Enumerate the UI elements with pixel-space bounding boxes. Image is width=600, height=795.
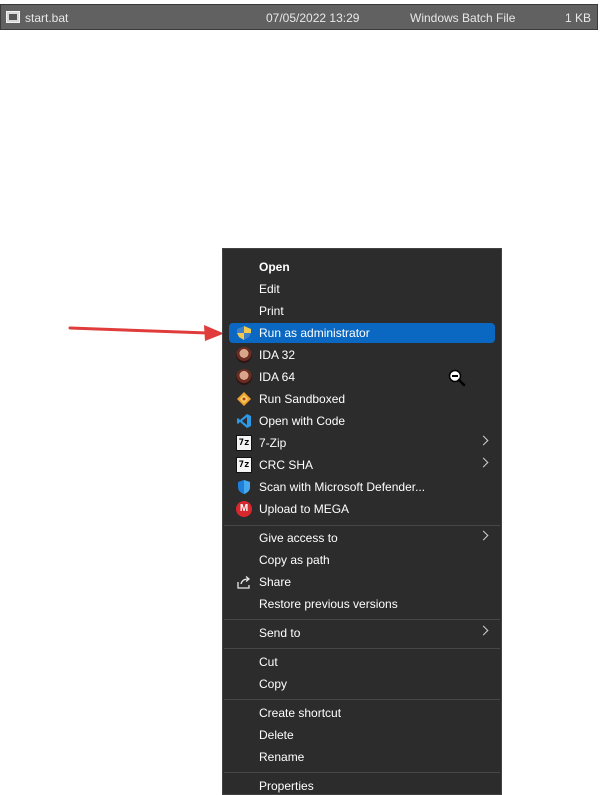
menu-item-label: IDA 64 [259, 370, 296, 384]
seven-zip-icon: 7z [236, 435, 252, 451]
menu-item-label: Open with Code [259, 414, 346, 428]
menu-item-label: Edit [259, 282, 280, 296]
file-date-modified: 07/05/2022 13:29 [266, 11, 360, 25]
menu-item-label: CRC SHA [259, 458, 314, 472]
menu-separator [224, 648, 500, 649]
menu-item-edit[interactable]: Edit [229, 279, 495, 299]
sandboxie-icon [236, 391, 252, 407]
menu-item-properties[interactable]: Properties [229, 776, 495, 794]
menu-item-send-to[interactable]: Send to [229, 623, 495, 643]
ida-portrait-icon [236, 369, 252, 385]
menu-separator [224, 525, 500, 526]
menu-item-rename[interactable]: Rename [229, 747, 495, 767]
share-icon [236, 574, 252, 590]
menu-item-label: Copy as path [259, 553, 330, 567]
menu-item-label: Run as administrator [259, 326, 370, 340]
menu-item-create-shortcut[interactable]: Create shortcut [229, 703, 495, 723]
vscode-icon [236, 413, 252, 429]
file-name: start.bat [25, 11, 69, 25]
red-arrow-annotation [68, 325, 224, 341]
menu-item-label: Scan with Microsoft Defender... [259, 480, 426, 494]
file-row[interactable]: start.bat 07/05/2022 13:29 Windows Batch… [0, 4, 598, 30]
chevron-right-icon [478, 457, 489, 468]
menu-item-restore-previous-versions[interactable]: Restore previous versions [229, 594, 495, 614]
menu-item-label: Rename [259, 750, 305, 764]
menu-separator [224, 619, 500, 620]
menu-item-label: Send to [259, 626, 301, 640]
menu-separator [224, 772, 500, 773]
menu-item-label: Open [259, 260, 290, 274]
menu-item-label: Run Sandboxed [259, 392, 346, 406]
context-menu: Open Edit Print Run as administrator IDA… [222, 248, 502, 795]
menu-item-copy-as-path[interactable]: Copy as path [229, 550, 495, 570]
menu-item-scan-defender[interactable]: Scan with Microsoft Defender... [229, 477, 495, 497]
menu-item-give-access[interactable]: Give access to [229, 528, 495, 548]
menu-item-open-with-code[interactable]: Open with Code [229, 411, 495, 431]
menu-item-label: Give access to [259, 531, 338, 545]
menu-item-label: Create shortcut [259, 706, 342, 720]
menu-item-print[interactable]: Print [229, 301, 495, 321]
page: start.bat 07/05/2022 13:29 Windows Batch… [0, 0, 600, 795]
menu-item-label: 7-Zip [259, 436, 287, 450]
menu-item-open[interactable]: Open [229, 257, 495, 277]
menu-item-run-as-administrator[interactable]: Run as administrator [229, 323, 495, 343]
file-size: 1 KB [564, 11, 591, 25]
defender-shield-icon [236, 479, 252, 495]
menu-item-label: Restore previous versions [259, 597, 398, 611]
menu-item-label: Print [259, 304, 284, 318]
chevron-right-icon [478, 435, 489, 446]
menu-item-label: Delete [259, 728, 294, 742]
menu-item-delete[interactable]: Delete [229, 725, 495, 745]
batch-file-icon [6, 11, 20, 23]
menu-item-upload-mega[interactable]: M Upload to MEGA [229, 499, 495, 519]
menu-item-label: Copy [259, 677, 288, 691]
menu-item-share[interactable]: Share [229, 572, 495, 592]
file-type: Windows Batch File [410, 11, 516, 25]
menu-item-label: Cut [259, 655, 278, 669]
seven-zip-icon: 7z [236, 457, 252, 473]
menu-separator [224, 699, 500, 700]
menu-item-copy[interactable]: Copy [229, 674, 495, 694]
menu-item-label: Upload to MEGA [259, 502, 350, 516]
mouse-cursor-icon [448, 369, 466, 387]
uac-shield-icon [236, 325, 252, 341]
menu-item-label: Properties [259, 779, 314, 793]
menu-item-7-zip[interactable]: 7z 7-Zip [229, 433, 495, 453]
menu-item-label: IDA 32 [259, 348, 296, 362]
mega-icon: M [236, 501, 252, 517]
menu-item-cut[interactable]: Cut [229, 652, 495, 672]
chevron-right-icon [478, 530, 489, 541]
ida-portrait-icon [236, 347, 252, 363]
menu-item-run-sandboxed[interactable]: Run Sandboxed [229, 389, 495, 409]
chevron-right-icon [478, 625, 489, 636]
menu-item-label: Share [259, 575, 292, 589]
menu-item-ida-32[interactable]: IDA 32 [229, 345, 495, 365]
menu-item-crc-sha[interactable]: 7z CRC SHA [229, 455, 495, 475]
